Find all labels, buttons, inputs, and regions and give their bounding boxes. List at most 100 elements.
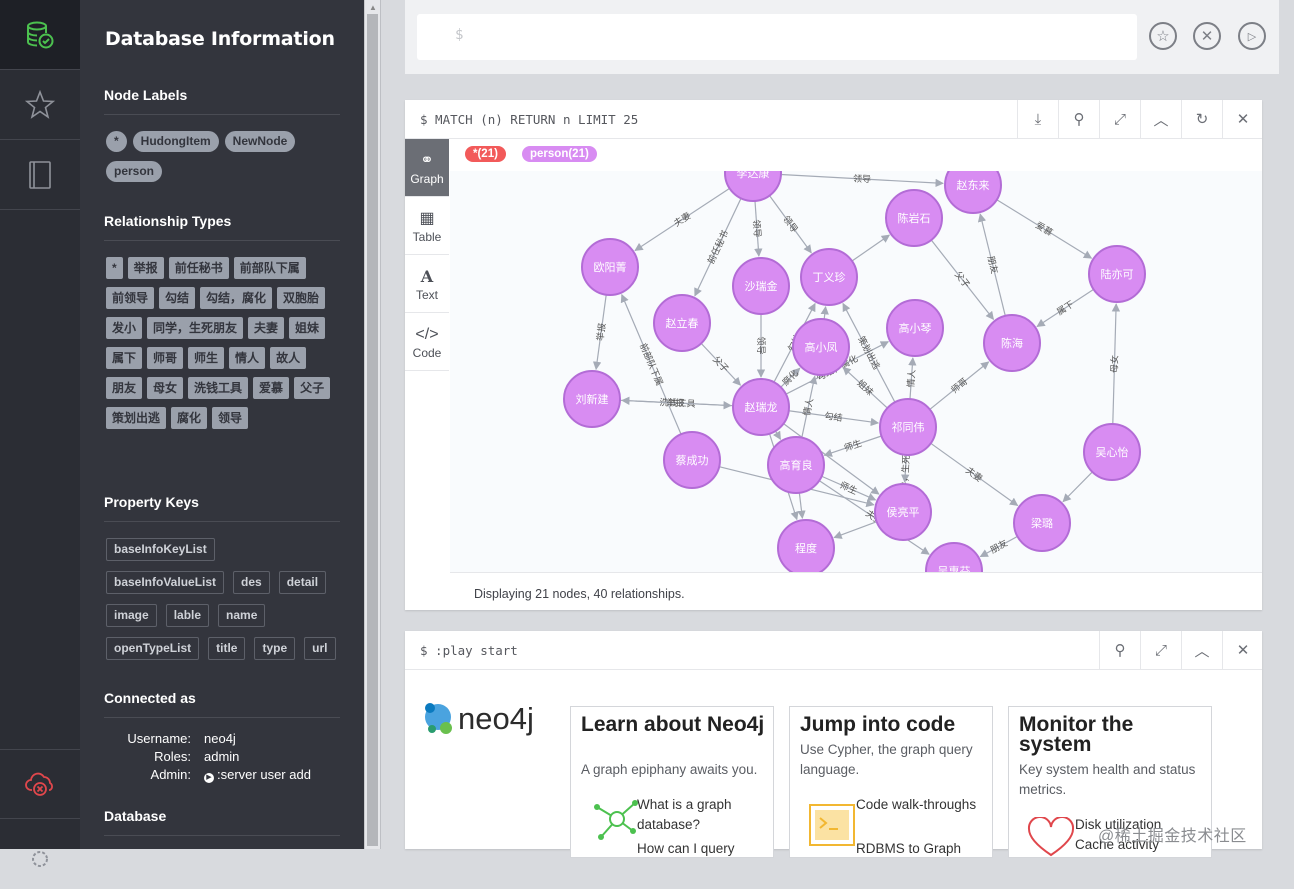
card-link[interactable]: How can I query [637, 839, 735, 859]
property-key-tag[interactable]: baseInfoValueList [106, 571, 225, 594]
fullscreen-button[interactable]: ⤢ [1140, 631, 1181, 669]
relationship-type-tag[interactable]: 举报 [127, 257, 164, 279]
tab-graph[interactable]: ⚭ Graph [405, 139, 449, 197]
fullscreen-button[interactable]: ⤢ [1099, 100, 1140, 138]
relationship-type-tag[interactable]: 领导 [212, 407, 249, 429]
relationship-type-tag[interactable]: 父子 [294, 377, 331, 399]
code-card[interactable]: Jump into code Use Cypher, the graph que… [789, 706, 993, 858]
relationship-type-tag[interactable]: 洗钱工具 [188, 377, 249, 399]
relationship-type-tag[interactable]: 情人 [229, 347, 266, 369]
legend-person[interactable]: person(21) [522, 146, 597, 162]
node-label-tag[interactable]: NewNode [224, 131, 296, 152]
graph-node[interactable]: 侯亮平 [874, 483, 932, 541]
pin-button[interactable]: ⚲ [1099, 631, 1140, 669]
relationship-type-tag[interactable]: 师生 [188, 347, 225, 369]
property-key-tag[interactable]: lable [165, 604, 210, 627]
relationship-type-tag[interactable]: 勾结 [159, 287, 196, 309]
relationship-type-tag[interactable]: 勾结，腐化 [200, 287, 273, 309]
graph-node[interactable]: 陈岩石 [885, 189, 943, 247]
relationship-edge[interactable] [1062, 471, 1093, 503]
graph-canvas[interactable]: 领导夫妻前任秘书领导领导爱慕朋友父子属下举报父子前部队下属洗钱工具举报腐化勾结，… [450, 171, 1262, 572]
relationship-edge[interactable] [851, 234, 891, 262]
graph-node[interactable]: 赵东来 [944, 171, 1002, 214]
relationship-edge[interactable] [820, 305, 829, 320]
collapse-button[interactable]: ︿ [1181, 631, 1222, 669]
relationship-type-tag[interactable]: 发小 [106, 317, 143, 339]
close-frame-button[interactable]: ✕ [1222, 631, 1263, 669]
graph-node[interactable]: 陆亦可 [1088, 245, 1146, 303]
graph-node[interactable]: 程度 [777, 519, 835, 572]
graph-visualization[interactable]: 领导夫妻前任秘书领导领导爱慕朋友父子属下举报父子前部队下属洗钱工具举报腐化勾结，… [450, 171, 1262, 572]
relationship-type-tag[interactable]: 朋友 [106, 377, 143, 399]
graph-node[interactable]: 高小凤 [792, 318, 850, 376]
relationship-type-tag[interactable]: 属下 [106, 347, 143, 369]
run-query-button[interactable]: ▷ [1238, 22, 1266, 50]
graph-node[interactable]: 吴惠芬 [925, 542, 983, 572]
favorite-query-button[interactable]: ☆ [1149, 22, 1177, 50]
relationship-type-tag[interactable]: 同学，生死朋友 [147, 317, 244, 339]
node-circle[interactable] [944, 171, 1002, 214]
property-key-tag[interactable]: title [208, 637, 246, 660]
relationship-type-tag[interactable]: 前部队下属 [233, 257, 306, 279]
relationship-edge[interactable] [797, 492, 806, 520]
property-key-tag[interactable]: image [106, 604, 157, 627]
node-label-tag[interactable]: person [106, 161, 163, 182]
documents-button[interactable] [0, 140, 80, 210]
graph-node[interactable]: 吴心怡 [1083, 423, 1141, 481]
relationship-type-tag[interactable]: 腐化 [171, 407, 208, 429]
tab-table[interactable]: ▦ Table [405, 197, 449, 255]
graph-node[interactable]: 陈海 [983, 314, 1041, 372]
relationship-type-tag[interactable]: 爱慕 [253, 377, 290, 399]
collapse-button[interactable]: ︿ [1140, 100, 1181, 138]
graph-node[interactable]: 祁同伟 [879, 398, 937, 456]
graph-node[interactable]: 蔡成功 [663, 431, 721, 489]
tab-code[interactable]: </> Code [405, 313, 449, 371]
tab-text[interactable]: A Text [405, 255, 449, 313]
download-button[interactable]: ⤓ [1017, 100, 1058, 138]
graph-node[interactable]: 高小琴 [886, 299, 944, 357]
pin-button[interactable]: ⚲ [1058, 100, 1099, 138]
card-link[interactable]: Code walk-throughs [856, 795, 976, 815]
close-frame-button[interactable]: ✕ [1222, 100, 1263, 138]
relationship-edge[interactable] [772, 430, 782, 441]
property-key-tag[interactable]: type [254, 637, 296, 660]
database-icon-button[interactable] [0, 0, 80, 70]
relationship-type-tag[interactable]: 师哥 [147, 347, 184, 369]
connection-status-button[interactable] [0, 749, 80, 819]
relationship-type-tag[interactable]: 策划出逃 [106, 407, 167, 429]
clear-query-button[interactable]: ✕ [1193, 22, 1221, 50]
relationship-type-tag[interactable]: 姐妹 [289, 317, 326, 339]
card-link[interactable]: RDBMS to Graph [856, 839, 961, 859]
relationship-type-tag[interactable]: 前领导 [106, 287, 155, 309]
relationship-type-tag[interactable]: * [106, 257, 123, 279]
favorites-button[interactable] [0, 70, 80, 140]
relationship-type-tag[interactable]: 前任秘书 [168, 257, 229, 279]
property-key-tag[interactable]: url [304, 637, 336, 660]
relationship-type-tag[interactable]: 夫妻 [248, 317, 285, 339]
graph-node[interactable]: 沙瑞金 [732, 257, 790, 315]
query-input[interactable]: $ [417, 14, 1137, 60]
relationship-type-tag[interactable]: 母女 [147, 377, 184, 399]
relationship-type-tag[interactable]: 故人 [270, 347, 307, 369]
property-key-tag[interactable]: detail [278, 571, 327, 594]
node-label-tag[interactable]: HudongItem [132, 131, 219, 152]
property-key-tag[interactable]: des [233, 571, 270, 594]
graph-node[interactable]: 刘新建 [563, 370, 621, 428]
relationship-edge[interactable] [833, 521, 877, 539]
relationship-type-tag[interactable]: 双胞胎 [277, 287, 326, 309]
graph-node[interactable]: 高育良 [767, 436, 825, 494]
frame-command[interactable]: $ MATCH (n) RETURN n LIMIT 25 [420, 112, 638, 127]
scrollbar-thumb[interactable] [367, 14, 378, 846]
learn-card[interactable]: Learn about Neo4j A graph epiphany await… [570, 706, 774, 858]
graph-node[interactable]: 梁璐 [1013, 494, 1071, 552]
graph-node[interactable]: 赵立春 [653, 294, 711, 352]
graph-node[interactable]: 李达康 [724, 171, 782, 202]
settings-button[interactable] [0, 819, 80, 889]
graph-node[interactable]: 赵瑞龙 [732, 378, 790, 436]
graph-node[interactable]: 欧阳菁 [581, 238, 639, 296]
graph-node[interactable]: 丁义珍 [800, 248, 858, 306]
frame-command[interactable]: $ :play start [420, 643, 518, 658]
card-link[interactable]: What is a graph database? [637, 795, 773, 835]
rerun-button[interactable]: ↻ [1181, 100, 1222, 138]
admin-command-link[interactable]: ▶:server user add [204, 766, 311, 784]
